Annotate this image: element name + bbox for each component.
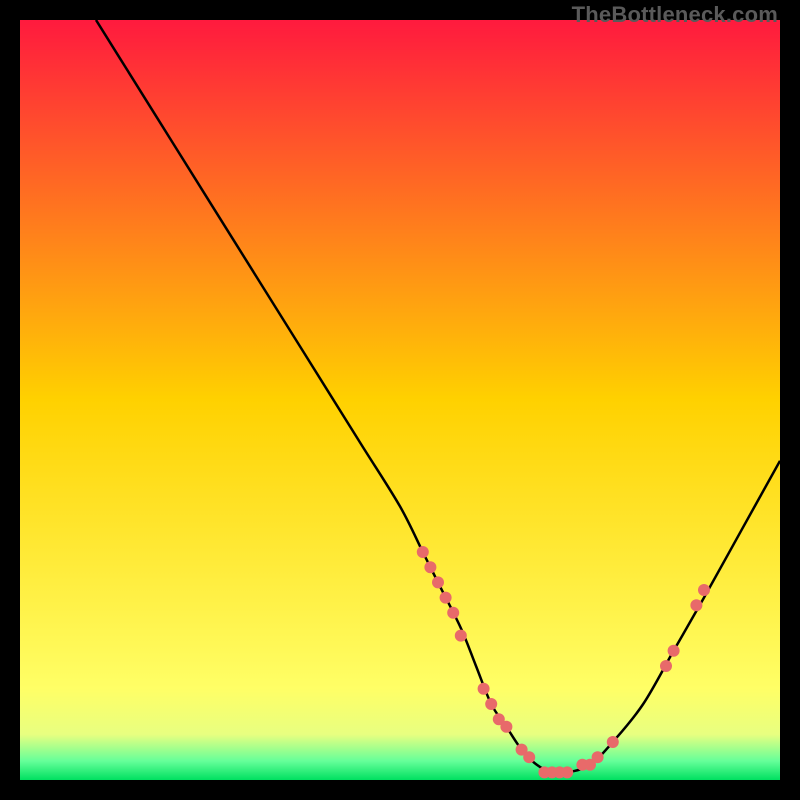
marked-point (523, 751, 535, 763)
marked-point (440, 592, 452, 604)
marked-point (417, 546, 429, 558)
marked-point (447, 607, 459, 619)
marked-point (478, 683, 490, 695)
marked-point (561, 766, 573, 778)
chart-frame (20, 20, 780, 780)
marked-point (592, 751, 604, 763)
marked-point (500, 721, 512, 733)
marked-point (660, 660, 672, 672)
marked-point (424, 561, 436, 573)
marked-point (485, 698, 497, 710)
chart-svg (20, 20, 780, 780)
watermark-text: TheBottleneck.com (572, 2, 778, 28)
marked-point (690, 599, 702, 611)
marked-point (455, 630, 467, 642)
marked-point (432, 576, 444, 588)
marked-point (607, 736, 619, 748)
marked-point (698, 584, 710, 596)
marked-point (668, 645, 680, 657)
